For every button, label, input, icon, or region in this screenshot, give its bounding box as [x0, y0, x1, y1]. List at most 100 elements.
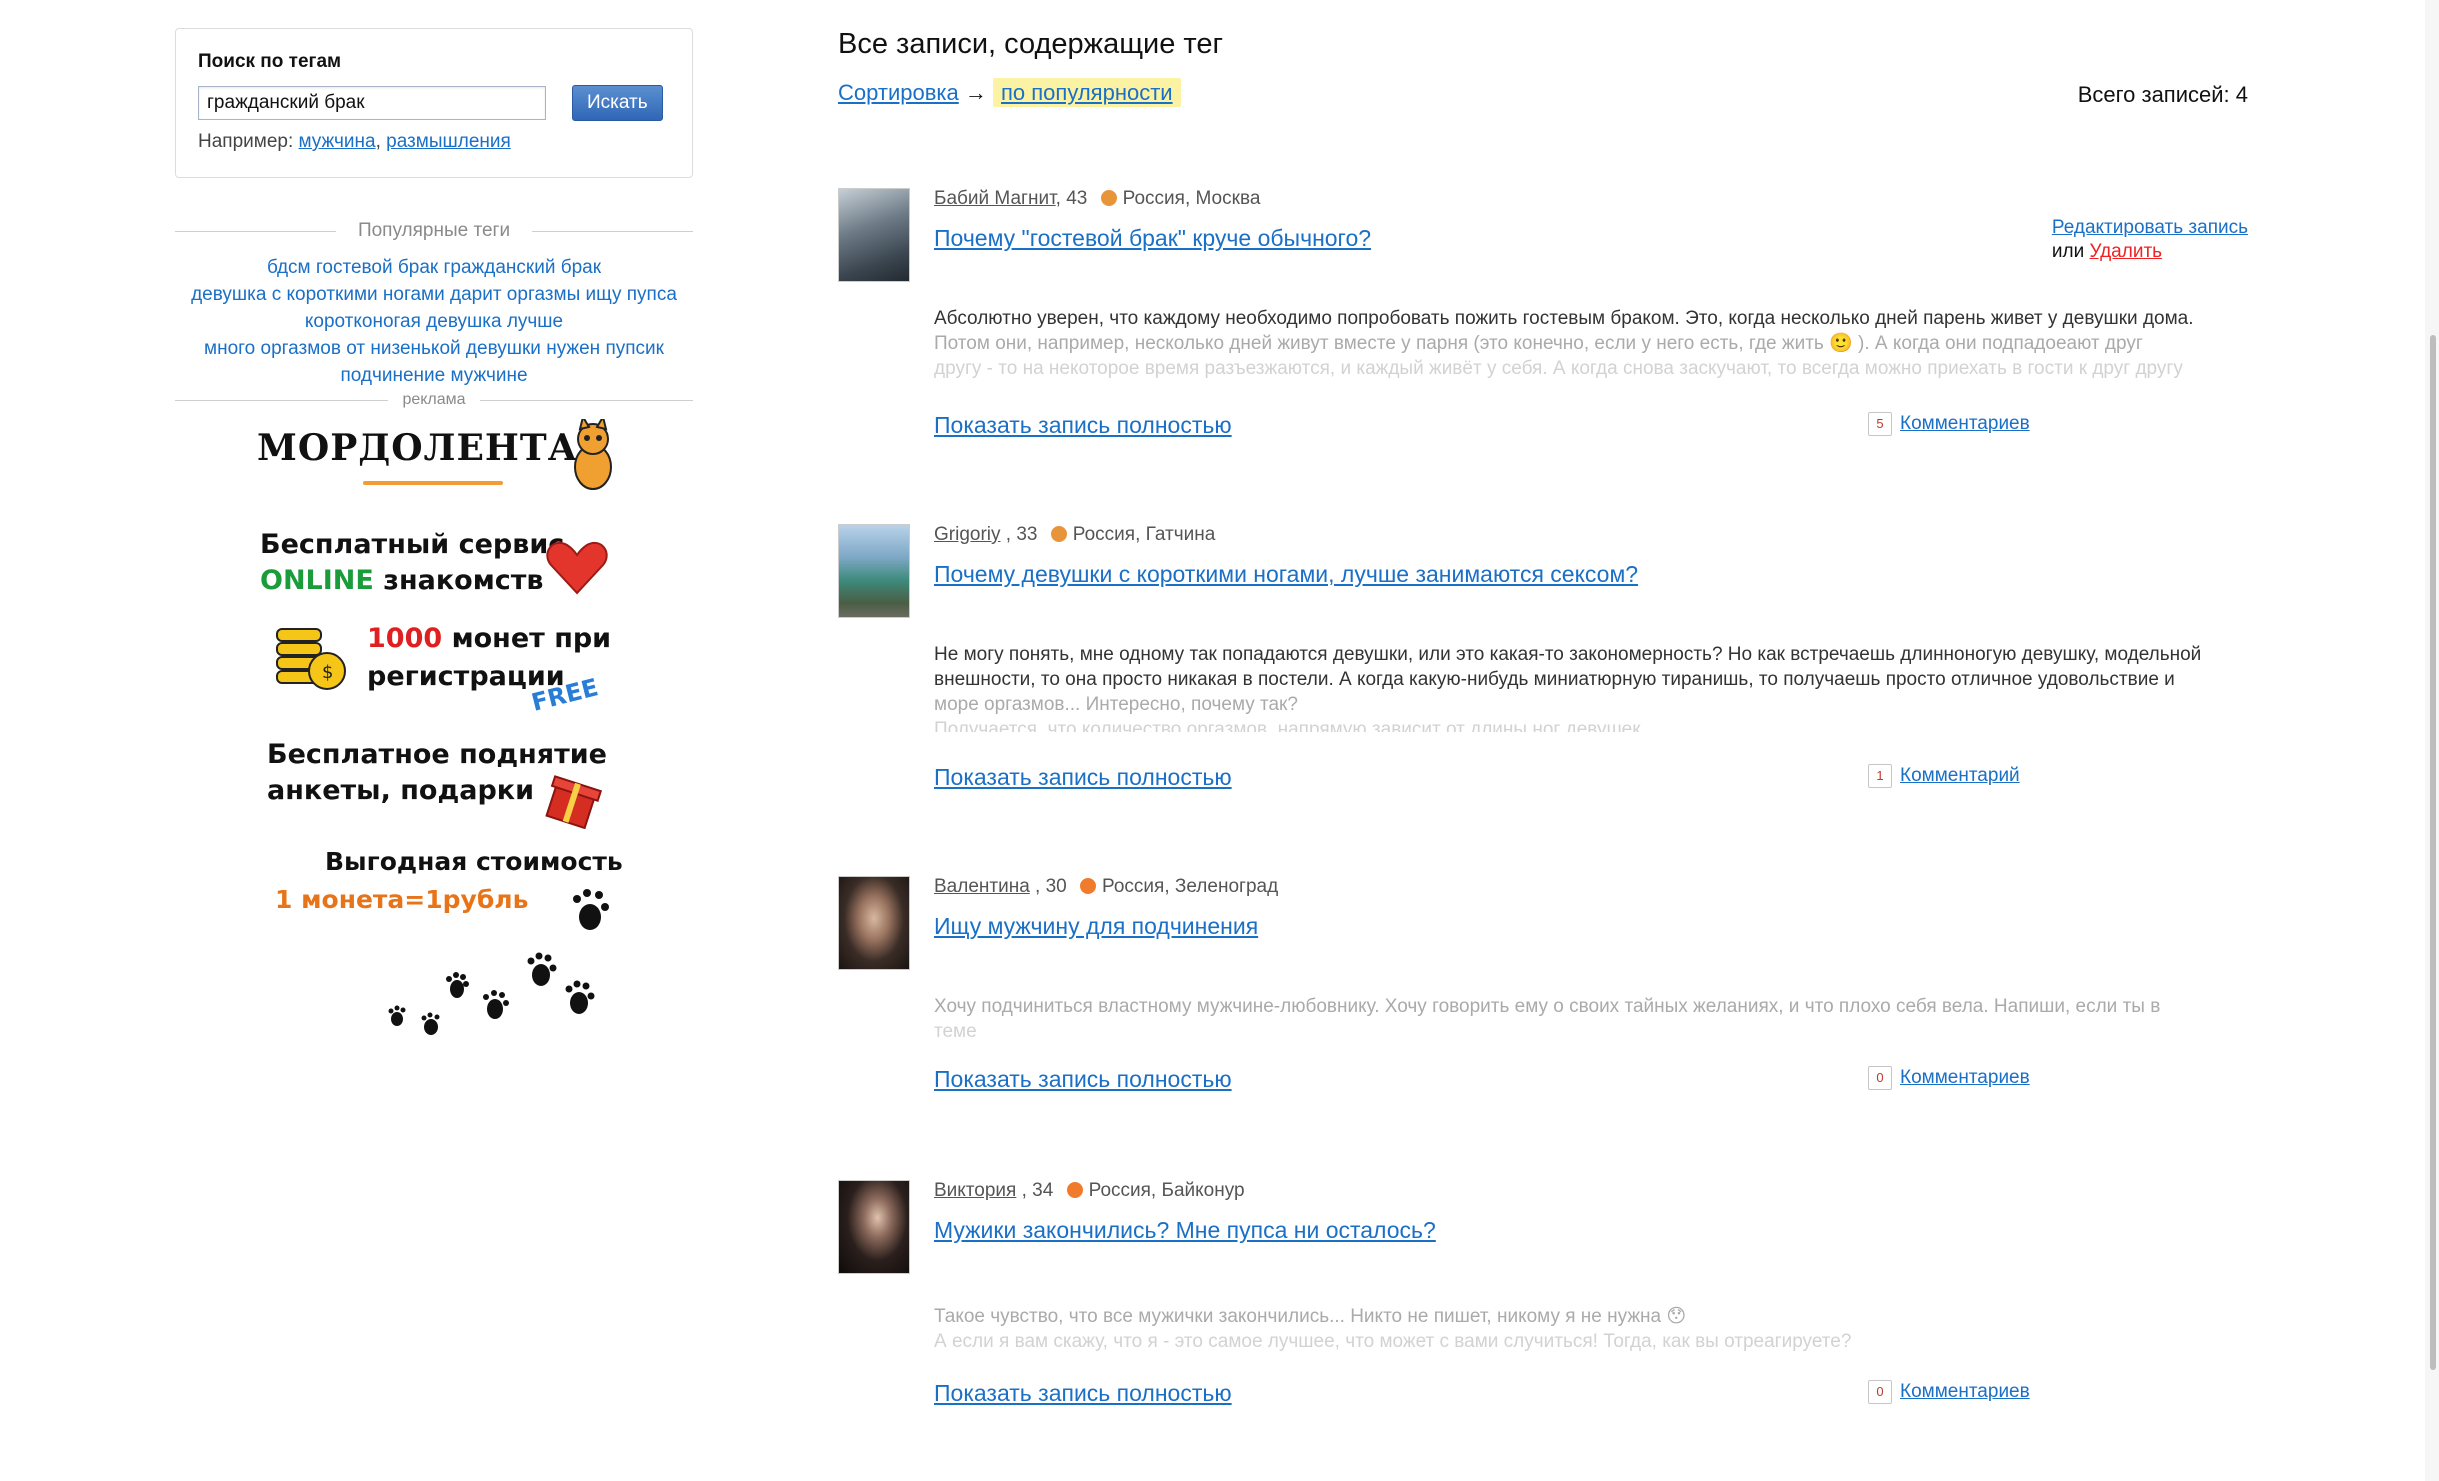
scrollbar-thumb[interactable]	[2430, 335, 2436, 1370]
entry: Бабий Магнит, 43 Россия, Москва Почему "…	[838, 188, 2248, 448]
search-button[interactable]: Искать	[572, 85, 663, 121]
entry-meta: Grigoriy , 33 Россия, Гатчина	[934, 524, 1215, 546]
entry-text-line: Хочу подчиниться властному мужчине-любов…	[934, 996, 2161, 1017]
ad-line2: 1000 монет при	[367, 623, 611, 654]
sort-by-popularity-link[interactable]: по популярности	[1001, 80, 1173, 105]
tag-line[interactable]: бдсм гостевой брак гражданский брак	[175, 254, 693, 281]
author-link[interactable]: Grigoriy	[934, 524, 1001, 545]
tag-line[interactable]: подчинение мужчине	[175, 362, 693, 389]
entry-title-link[interactable]: Почему "гостевой брак" круче обычного?	[934, 225, 1371, 252]
ad-line1a: Бесплатный сервис	[260, 529, 565, 560]
show-full-entry-link[interactable]: Показать запись полностью	[934, 1380, 1232, 1407]
comments-link[interactable]: 0 Комментариев	[1868, 1380, 2030, 1404]
comments-link[interactable]: 1 Комментарий	[1868, 764, 2020, 788]
sort-bar: Сортировка → по популярности	[838, 78, 1181, 107]
entry-text-line: Такое чувство, что все мужички закончили…	[934, 1306, 1687, 1327]
entry-text-line: внешности, то она просто никакая в посте…	[934, 669, 2175, 690]
author-link[interactable]: Виктория	[934, 1180, 1016, 1201]
ad-online: ONLINE	[260, 565, 374, 596]
show-full-entry-link[interactable]: Показать запись полностью	[934, 412, 1232, 439]
show-full-entry-link[interactable]: Показать запись полностью	[934, 1066, 1232, 1093]
female-icon	[1066, 1182, 1083, 1198]
entry: Виктория , 34 Россия, Байконур Мужики за…	[838, 1180, 2248, 1420]
logo-underline	[363, 481, 503, 485]
entry-title-link[interactable]: Мужики закончились? Мне пупса ни осталос…	[934, 1217, 1436, 1244]
ad-monet: монет при	[451, 623, 612, 654]
ad-1000: 1000	[367, 623, 443, 654]
sort-arrow: →	[964, 80, 987, 105]
tag-line[interactable]: много оргазмов от низенькой девушки нуже…	[175, 335, 693, 362]
example-tag-muzhchina[interactable]: мужчина	[299, 131, 376, 152]
comments-label[interactable]: Комментариев	[1900, 413, 2030, 435]
comments-label[interactable]: Комментарий	[1900, 765, 2020, 787]
gift-icon	[545, 775, 603, 829]
delete-entry-link[interactable]: Удалить	[2090, 241, 2163, 262]
avatar[interactable]	[838, 1180, 910, 1274]
ad-label: реклама	[402, 391, 466, 408]
entry-title-link[interactable]: Ищу мужчину для подчинения	[934, 913, 1258, 940]
author-age: , 34	[1016, 1180, 1054, 1201]
tag-line[interactable]: коротконогая девушка лучше	[175, 308, 693, 335]
avatar[interactable]	[838, 188, 910, 282]
entry-text-line: море оргазмов... Интересно, почему так?	[934, 694, 1298, 715]
avatar[interactable]	[838, 876, 910, 970]
cat-icon	[574, 419, 612, 490]
entry-preview: Не могу понять, мне одному так попадаютс…	[934, 642, 2234, 732]
author-location: Россия, Москва	[1122, 188, 1261, 209]
comment-count-icon: 1	[1868, 764, 1892, 788]
sort-value-highlight: по популярности	[993, 78, 1181, 107]
page-title: Все записи, содержащие тег	[838, 28, 1224, 60]
avatar[interactable]	[838, 524, 910, 618]
entry-text-line: теме	[934, 1021, 977, 1042]
entry-meta: Бабий Магнит, 43 Россия, Москва	[934, 188, 1260, 210]
edit-controls: Редактировать запись или Удалить	[2052, 216, 2248, 264]
example-tag-razmyshleniya[interactable]: размышления	[386, 131, 511, 152]
popular-tags-header: Популярные теги	[175, 220, 694, 242]
comments-link[interactable]: 5 Комментариев	[1868, 412, 2030, 436]
svg-text:$: $	[322, 662, 333, 683]
ad-line4: Выгодная стоимость	[325, 847, 623, 876]
author-location: Россия, Зеленоград	[1102, 876, 1279, 897]
or-label: или	[2051, 241, 2085, 262]
popular-tags-cloud: бдсм гостевой брак гражданский брак деву…	[175, 254, 693, 389]
entry-text-line: А если я вам скажу, что я - это самое лу…	[934, 1331, 1852, 1352]
paw-prints-icon	[388, 889, 609, 1035]
comment-count-icon: 0	[1868, 1066, 1892, 1090]
comment-count-icon: 5	[1868, 412, 1892, 436]
comments-label[interactable]: Комментариев	[1900, 1067, 2030, 1089]
left-column: Поиск по тегам Искать Например: мужчина,…	[175, 28, 694, 1039]
ad-line3a: Бесплатное поднятие	[267, 739, 607, 770]
page-scrollbar[interactable]	[2425, 0, 2439, 1481]
author-link[interactable]: Бабий Магнит	[934, 188, 1056, 209]
ad-line3b: анкеты, подарки	[267, 775, 535, 806]
tag-search-box: Поиск по тегам Искать Например: мужчина,…	[175, 28, 693, 178]
edit-entry-link[interactable]: Редактировать запись	[2052, 217, 2248, 238]
author-link[interactable]: Валентина	[934, 876, 1030, 897]
entry-meta: Валентина , 30 Россия, Зеленоград	[934, 876, 1278, 898]
tag-line[interactable]: девушка с короткими ногами дарит оргазмы…	[175, 281, 693, 308]
comments-label[interactable]: Комментариев	[1900, 1381, 2030, 1403]
tag-search-title: Поиск по тегам	[198, 51, 342, 72]
entry-text-line: Не могу понять, мне одному так попадаютс…	[934, 644, 2202, 665]
entry-text-line: другу - то на некоторое время разъезжают…	[934, 358, 2183, 379]
example-prefix: Например:	[198, 131, 294, 152]
ad-znakomstv: знакомств	[383, 565, 544, 596]
show-full-entry-link[interactable]: Показать запись полностью	[934, 764, 1232, 791]
comment-count-icon: 0	[1868, 1380, 1892, 1404]
entry-text-line: Потом они, например, несколько дней живу…	[934, 333, 2143, 354]
entry-meta: Виктория , 34 Россия, Байконур	[934, 1180, 1245, 1202]
author-location: Россия, Гатчина	[1072, 524, 1216, 545]
sort-link[interactable]: Сортировка	[838, 80, 959, 105]
author-age: , 33	[1000, 524, 1038, 545]
tag-search-input[interactable]	[198, 86, 546, 120]
search-example: Например: мужчина, размышления	[198, 131, 670, 153]
entry-preview: Хочу подчиниться властному мужчине-любов…	[934, 994, 2234, 1044]
male-icon	[1100, 190, 1117, 206]
ad-banner[interactable]: МОРДОЛЕНТА Бесплатный сервис ONLINE знак…	[175, 409, 693, 1039]
comments-link[interactable]: 0 Комментариев	[1868, 1066, 2030, 1090]
ad-logo: МОРДОЛЕНТА	[257, 427, 579, 469]
male-icon	[1050, 526, 1067, 542]
entry-text-line: Получается, что количество оргазмов, нап…	[934, 719, 1646, 732]
ad-header: реклама	[175, 391, 694, 409]
entry-title-link[interactable]: Почему девушки с короткими ногами, лучше…	[934, 561, 1638, 588]
